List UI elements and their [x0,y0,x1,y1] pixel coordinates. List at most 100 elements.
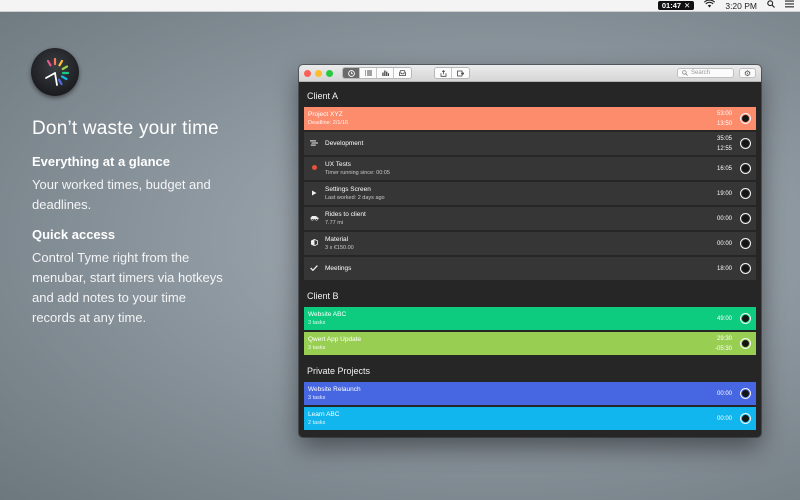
spotlight-search-icon[interactable] [767,0,775,11]
wifi-icon[interactable] [704,0,716,11]
project-name: Learn ABC [308,411,340,418]
menubar-timer-close-icon: ✕ [684,1,691,10]
task-status: Last worked: 2 days ago [325,195,385,201]
task-name: Development [325,140,364,147]
notification-center-icon[interactable] [785,0,794,11]
close-window-button[interactable] [304,69,311,77]
project-row-website-relaunch[interactable]: Website Relaunch 3 tasks 00:00 [304,382,756,405]
task-name: Meetings [325,265,352,272]
project-secondary-time: 13:50 [716,120,732,127]
project-total-time: 53:00 [716,110,732,117]
promo-section1-title: Everything at a glance [32,154,170,169]
share-icon [440,69,446,77]
timer-toggle-button[interactable] [740,338,751,349]
new-entry-icon [457,70,464,76]
project-total-time: 29:30 [716,335,732,342]
project-deadline: Deadline: 2/1/16 [308,120,349,126]
clock-icon [347,69,355,77]
project-task-count: 3 tasks [308,395,326,401]
task-row-material[interactable]: Material 3 x €150.00 00:00 [304,232,756,255]
project-row-learn-abc[interactable]: Learn ABC 2 tasks 00:00 [304,407,756,430]
menubar-clock[interactable]: 3:20 PM [725,1,757,11]
project-name: Website Relaunch [308,386,361,393]
timer-toggle-button[interactable] [740,163,751,174]
promo-section2-title: Quick access [32,227,116,242]
task-total-time: 00:00 [716,240,732,247]
task-row-ux-tests[interactable]: UX Tests Timer running since: 00:05 16:0… [304,157,756,180]
promo-headline: Don’t waste your time [32,118,219,139]
timer-toggle-button[interactable] [740,388,751,399]
project-name: Website ABC [308,311,347,318]
task-name: Settings Screen [325,186,371,193]
task-total-time: 16:05 [716,165,732,172]
timer-toggle-button[interactable] [740,263,751,274]
project-total-time: 00:00 [716,390,732,397]
group-title-client-b: Client B [307,291,339,301]
gear-icon: ⚙ [743,68,752,78]
project-total-time: 49:00 [716,315,732,322]
recording-icon [309,165,319,172]
project-budget-remaining: -05:30 [714,345,732,352]
search-icon [682,70,688,76]
promo-section2-text: Control Tyme right from the menubar, sta… [32,250,223,325]
add-entry-button[interactable] [452,68,469,78]
task-total-time: 19:00 [716,190,732,197]
timer-toggle-button[interactable] [740,138,751,149]
project-task-count: 3 tasks [308,320,326,326]
task-name: Rides to client [325,211,366,218]
task-row-meetings[interactable]: Meetings 18:00 [304,257,756,280]
play-icon [309,190,319,198]
tab-list[interactable] [360,68,377,78]
minimize-window-button[interactable] [315,69,322,77]
project-row-website-abc[interactable]: Website ABC 3 tasks 49:00 [304,307,756,330]
search-input[interactable]: Search [677,68,734,78]
bar-chart-icon [381,70,389,76]
task-secondary-time: 12:55 [716,145,732,152]
menubar-timer-value: 01:47 [661,1,682,10]
timer-toggle-button[interactable] [740,213,751,224]
task-total-time: 18:00 [716,265,732,272]
menubar: 01:47 ✕ 3:20 PM [0,0,800,12]
task-cost: 3 x €150.00 [325,245,354,251]
menubar-timer[interactable]: 01:47 ✕ [657,1,695,10]
task-name: UX Tests [325,161,351,168]
action-buttons [434,67,470,79]
settings-button[interactable]: ⚙ [739,68,756,78]
task-row-development[interactable]: Development 35:05 12:55 [304,132,756,155]
project-task-count: 2 tasks [308,420,326,426]
task-row-settings-screen[interactable]: Settings Screen Last worked: 2 days ago … [304,182,756,205]
car-icon [309,215,319,223]
project-list: Client A Project XYZ Deadline: 2/1/16 53… [299,82,761,430]
tyme-app-logo [31,48,79,96]
search-placeholder: Search [691,70,711,76]
tab-timer[interactable] [343,68,360,78]
inbox-icon [399,70,406,76]
project-total-time: 00:00 [716,415,732,422]
project-row-project-xyz[interactable]: Project XYZ Deadline: 2/1/16 53:00 13:50 [304,107,756,130]
zoom-window-button[interactable] [326,69,333,77]
tab-statistics[interactable] [377,68,394,78]
timer-toggle-button[interactable] [740,113,751,124]
window-controls [304,69,333,77]
promo-section1-text: Your worked times, budget and deadlines. [32,177,211,212]
group-title-private-projects: Private Projects [307,366,371,376]
project-name: Qwert App Update [308,336,362,343]
project-row-qwert-app-update[interactable]: Qwert App Update 3 tasks 29:30 -05:30 [304,332,756,355]
project-task-count: 3 tasks [308,345,326,351]
list-icon [364,70,372,76]
task-row-rides-to-client[interactable]: Rides to client 7.77 mi 00:00 [304,207,756,230]
timer-toggle-button[interactable] [740,188,751,199]
window-titlebar[interactable]: Search ⚙ [299,65,761,82]
code-lines-icon [309,139,319,148]
group-title-client-a: Client A [307,91,339,101]
timer-toggle-button[interactable] [740,413,751,424]
timer-toggle-button[interactable] [740,313,751,324]
task-total-time: 35:05 [716,135,732,142]
tab-archive[interactable] [394,68,411,78]
export-button[interactable] [435,68,452,78]
task-status: Timer running since: 00:05 [325,170,390,176]
task-distance: 7.77 mi [325,220,344,226]
checkmark-icon [309,264,319,273]
app-window: Search ⚙ Client A Project XYZ Deadline: … [299,65,761,437]
timer-toggle-button[interactable] [740,238,751,249]
